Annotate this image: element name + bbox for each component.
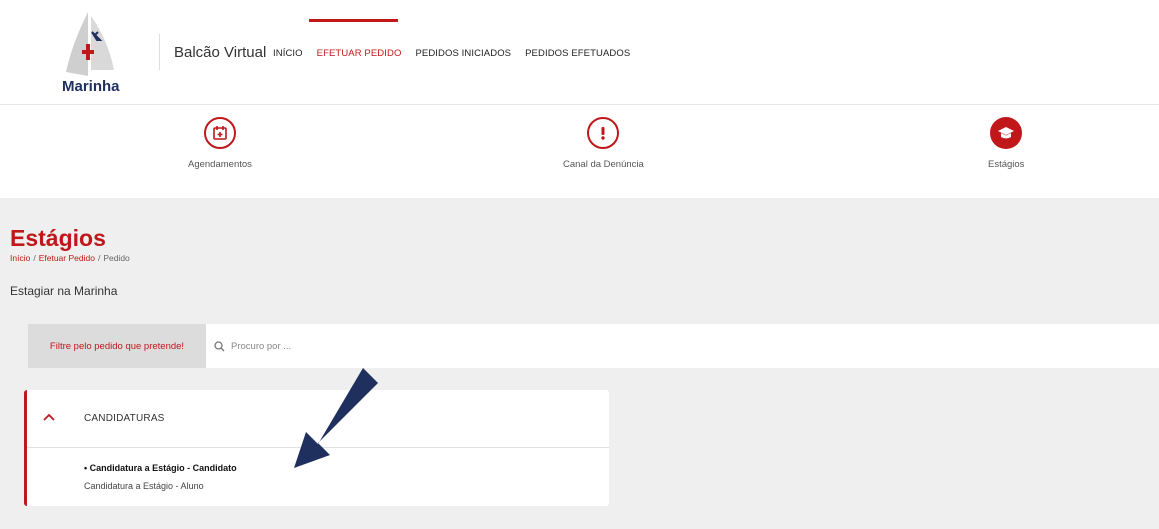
active-nav-indicator <box>309 19 398 22</box>
service-estagios[interactable]: Estágios <box>988 117 1024 170</box>
exclamation-icon <box>587 117 620 149</box>
brand-title: Balcão Virtual <box>174 44 267 61</box>
filter-label: Filtre pelo pedido que pretende! <box>28 324 206 368</box>
service-label: Canal da Denúncia <box>563 159 644 170</box>
logo-text: Marinha <box>62 78 120 95</box>
marinha-logo[interactable]: Marinha <box>58 10 124 95</box>
nav-efetuar-pedido[interactable]: EFETUAR PEDIDO <box>317 48 402 59</box>
sail-logo-icon <box>66 12 114 76</box>
page-title: Estágios <box>10 225 106 251</box>
service-canal-denuncia[interactable]: Canal da Denúncia <box>563 117 644 170</box>
filter-bar: Filtre pelo pedido que pretende! Procuro… <box>28 324 1159 368</box>
category-header[interactable]: CANDIDATURAS <box>27 390 609 448</box>
service-agendamentos[interactable]: Agendamentos <box>188 117 252 170</box>
page-subtitle: Estagiar na Marinha <box>10 284 118 298</box>
chevron-up-icon[interactable] <box>43 412 55 422</box>
search-icon <box>214 340 225 351</box>
main-nav: INÍCIO EFETUAR PEDIDO PEDIDOS INICIADOS … <box>273 48 644 59</box>
category-title: CANDIDATURAS <box>84 413 165 424</box>
search-placeholder: Procuro por ... <box>231 340 292 352</box>
request-item-subtitle: Candidatura a Estágio - Aluno <box>84 481 204 491</box>
nav-pedidos-efetuados[interactable]: PEDIDOS EFETUADOS <box>525 48 630 59</box>
calendar-icon <box>203 117 236 149</box>
breadcrumb-current: Pedido <box>103 253 130 263</box>
nav-inicio[interactable]: INÍCIO <box>273 48 303 59</box>
breadcrumb-inicio[interactable]: Início <box>10 253 30 263</box>
breadcrumb-separator: / <box>33 253 36 263</box>
top-header: Marinha Balcão Virtual INÍCIO EFETUAR PE… <box>0 0 1159 105</box>
service-label: Agendamentos <box>188 159 252 170</box>
category-card: CANDIDATURAS • Candidatura a Estágio - C… <box>24 390 609 506</box>
breadcrumb-efetuar-pedido[interactable]: Efetuar Pedido <box>39 253 95 263</box>
service-label: Estágios <box>988 159 1025 170</box>
request-item-link[interactable]: • Candidatura a Estágio - Candidato <box>84 463 237 473</box>
header-divider <box>159 34 160 70</box>
graduation-cap-icon <box>990 117 1023 149</box>
breadcrumb-separator: / <box>97 253 101 263</box>
nav-pedidos-iniciados[interactable]: PEDIDOS INICIADOS <box>415 48 511 59</box>
breadcrumb: Início / Efetuar Pedido / Pedido <box>10 253 130 263</box>
services-bar: Agendamentos Canal da Denúncia Estágios <box>0 105 1159 198</box>
search-field[interactable]: Procuro por ... <box>214 324 291 368</box>
